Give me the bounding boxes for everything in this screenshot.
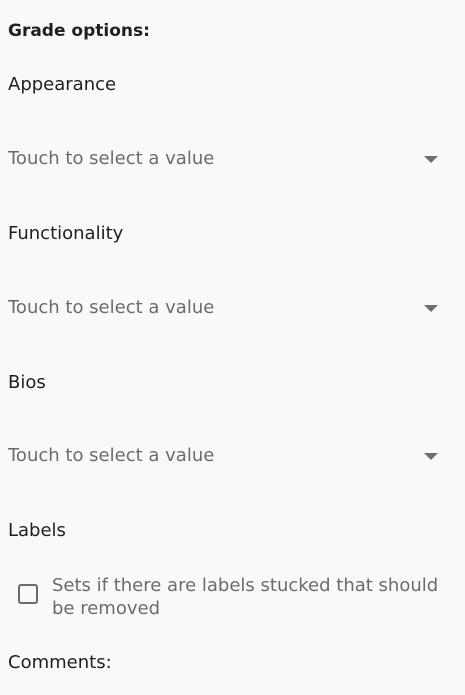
bios-select-placeholder: Touch to select a value <box>8 445 215 466</box>
appearance-select-placeholder: Touch to select a value <box>8 148 215 169</box>
functionality-label: Functionality <box>8 223 124 244</box>
grade-options-form: Grade options: Appearance Touch to selec… <box>0 0 465 695</box>
grade-options-heading: Grade options: <box>8 21 150 41</box>
labels-checkbox-text[interactable]: Sets if there are labels stucked that sh… <box>52 574 452 620</box>
appearance-select[interactable]: Touch to select a value <box>8 140 446 178</box>
bios-label: Bios <box>8 372 46 393</box>
bios-select[interactable]: Touch to select a value <box>8 437 446 475</box>
functionality-select[interactable]: Touch to select a value <box>8 289 446 327</box>
caret-down-icon <box>424 304 438 312</box>
labels-checkbox[interactable] <box>18 584 38 604</box>
labels-label: Labels <box>8 520 66 541</box>
comments-label: Comments: <box>8 652 112 673</box>
labels-checkbox-row[interactable]: Sets if there are labels stucked that sh… <box>18 574 458 620</box>
functionality-select-placeholder: Touch to select a value <box>8 297 215 318</box>
caret-down-icon <box>424 155 438 163</box>
caret-down-icon <box>424 452 438 460</box>
appearance-label: Appearance <box>8 74 117 95</box>
